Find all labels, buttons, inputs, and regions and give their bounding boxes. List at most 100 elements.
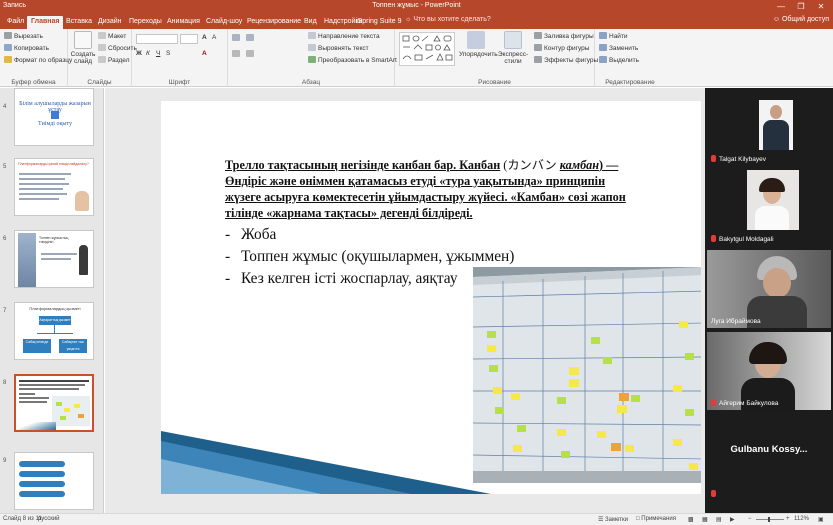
kanban-photo-mini xyxy=(52,396,90,426)
person-figure xyxy=(79,245,88,275)
slideshow-button[interactable]: ▶ xyxy=(730,516,735,523)
maximize-button[interactable]: ❐ xyxy=(795,1,807,12)
shape-fill-button[interactable]: Заливка фигуры xyxy=(534,32,594,40)
participant-tile[interactable]: Bakytgul Moldagali xyxy=(707,168,831,246)
quick-styles-icon xyxy=(504,31,522,49)
thumbnail-text-line xyxy=(19,178,65,180)
numbering-button[interactable] xyxy=(246,34,256,42)
smartart-icon xyxy=(308,56,316,63)
strikethrough-button[interactable]: S xyxy=(166,50,170,57)
select-button[interactable]: Выделить xyxy=(599,56,639,64)
kanban-board-photo[interactable] xyxy=(473,267,701,483)
find-button[interactable]: Найти xyxy=(599,32,628,40)
copy-button[interactable]: Копировать xyxy=(4,44,49,52)
person-figure xyxy=(75,191,89,211)
tab-insert[interactable]: Вставка xyxy=(62,16,96,29)
copy-icon xyxy=(4,44,12,51)
comments-button[interactable]: □ Примечания xyxy=(636,516,676,522)
italic-button[interactable]: К xyxy=(146,50,150,57)
bullet-item[interactable]: - Кез келген істі жоспарлау, аяқтау xyxy=(225,270,458,288)
slide-thumbnail-5[interactable]: Платформаларды қалай тиімді пайдалану? xyxy=(14,158,94,216)
tab-animation[interactable]: Анимация xyxy=(163,16,204,29)
share-button[interactable]: ☺ Общий доступ xyxy=(773,16,829,23)
quick-styles-button[interactable]: Экспресс-стили xyxy=(495,31,531,65)
cut-button[interactable]: Вырезать xyxy=(4,32,43,40)
slide-thumbnail-8[interactable] xyxy=(14,374,94,432)
thumbnail-number: 8 xyxy=(3,380,7,386)
zoom-out-button[interactable]: − xyxy=(748,516,752,522)
font-color-button[interactable]: A xyxy=(202,50,207,57)
slide-thumbnail-7[interactable]: Платформалардың қызметі Ақпараттық қызме… xyxy=(14,302,94,360)
participant-tile[interactable]: Луга Ибраймова xyxy=(707,250,831,328)
font-size-input[interactable] xyxy=(180,34,198,44)
participant-name: Bakytgul Moldagali xyxy=(711,235,774,243)
align-text-button[interactable]: Выровнять текст xyxy=(308,44,369,52)
reading-view-button[interactable]: ▤ xyxy=(716,516,722,523)
layout-button[interactable]: Макет xyxy=(98,32,126,40)
bullets-button[interactable] xyxy=(232,34,242,42)
mic-muted-icon xyxy=(711,399,716,406)
diagram-box: Сабақтан тыс уақытта xyxy=(59,339,87,353)
minimize-button[interactable]: — xyxy=(775,1,787,12)
fit-slide-button[interactable]: ▣ xyxy=(818,516,824,523)
language-indicator[interactable]: русский xyxy=(38,516,60,522)
zoom-level[interactable]: 112% xyxy=(794,516,809,522)
tab-view[interactable]: Вид xyxy=(300,16,321,29)
tab-home[interactable]: Главная xyxy=(27,16,64,29)
zoom-slider-thumb[interactable] xyxy=(768,517,770,522)
convert-smartart-button[interactable]: Преобразовать в SmartArt xyxy=(308,56,397,64)
new-slide-button[interactable]: Создать слайд xyxy=(70,31,96,65)
arrange-button[interactable]: Упорядочить xyxy=(459,31,498,58)
participant-tile[interactable]: Айгерим Байкулова xyxy=(707,332,831,410)
shapes-gallery[interactable] xyxy=(399,32,455,66)
tab-review[interactable]: Рецензирование xyxy=(243,16,305,29)
editing-group: Найти Заменить Выделить Редактирование xyxy=(595,29,665,87)
bullet-item[interactable]: - Жоба xyxy=(225,226,276,244)
slide-thumbnail-panel[interactable]: 4 Білім алушыларды жазарын ұстау Тиімді … xyxy=(0,88,104,513)
thumbnail-text-line xyxy=(19,384,85,386)
arrange-icon xyxy=(467,31,485,49)
brush-icon xyxy=(4,56,12,63)
tab-slideshow[interactable]: Слайд-шоу xyxy=(202,16,246,29)
slide-sorter-button[interactable]: ▦ xyxy=(702,516,708,523)
diagram-box xyxy=(19,461,65,467)
ribbon: Вырезать Копировать Формат по образцу Бу… xyxy=(0,29,833,87)
format-painter-button[interactable]: Формат по образцу xyxy=(4,56,72,64)
text-direction-button[interactable]: Направление текста xyxy=(308,32,380,40)
close-button[interactable]: ✕ xyxy=(815,1,827,12)
tab-transitions[interactable]: Переходы xyxy=(125,16,166,29)
bullets-icon xyxy=(232,34,240,41)
participant-tile[interactable]: Gulbanu Kossy... xyxy=(707,414,831,504)
grow-font-button[interactable]: A xyxy=(202,34,207,41)
align-center-button[interactable] xyxy=(246,50,256,58)
current-slide[interactable]: Трелло тақтасының негізінде канбан бар. … xyxy=(161,101,701,494)
new-slide-icon xyxy=(74,31,92,49)
window-title: Топпен жұмыс - PowerPoint xyxy=(372,2,461,9)
replace-button[interactable]: Заменить xyxy=(599,44,638,52)
tab-file[interactable]: Файл xyxy=(3,16,28,29)
slide-thumbnail-4[interactable]: Білім алушыларды жазарын ұстау Тиімді оқ… xyxy=(14,88,94,146)
font-name-input[interactable] xyxy=(136,34,178,44)
tell-me-search[interactable]: ☼ Что вы хотите сделать? xyxy=(405,16,491,23)
zoom-in-button[interactable]: + xyxy=(786,516,790,522)
normal-view-button[interactable]: ▩ xyxy=(688,516,694,523)
bullet-item[interactable]: - Топпен жұмыс (оқушылармен, ұжыммен) xyxy=(225,248,514,266)
shrink-font-button[interactable]: A xyxy=(212,34,216,41)
shape-effects-button[interactable]: Эффекты фигуры xyxy=(534,56,598,64)
diagram-connector xyxy=(37,333,73,334)
slide-editor-canvas[interactable]: Трелло тақтасының негізінде канбан бар. … xyxy=(105,88,705,513)
drawing-group: Упорядочить Экспресс-стили Заливка фигур… xyxy=(395,29,598,87)
slide-thumbnail-6[interactable]: Топпен жұмыстың тиімділігі xyxy=(14,230,94,288)
slide-body-paragraph[interactable]: Трелло тақтасының негізінде канбан бар. … xyxy=(225,157,635,221)
notes-button[interactable]: ☰ Заметки xyxy=(598,516,628,523)
bold-button[interactable]: Ж xyxy=(136,50,142,57)
align-left-button[interactable] xyxy=(232,50,242,58)
section-button[interactable]: Раздел xyxy=(98,56,129,64)
tab-ispring-suite[interactable]: iSpring Suite 9 xyxy=(352,16,406,29)
participant-tile[interactable]: Talgat Kilybayev xyxy=(707,88,831,166)
zoom-slider[interactable] xyxy=(756,519,784,520)
underline-button[interactable]: Ч xyxy=(156,50,160,57)
tab-design[interactable]: Дизайн xyxy=(94,16,126,29)
shape-outline-button[interactable]: Контур фигуры xyxy=(534,44,589,52)
slide-thumbnail-9[interactable] xyxy=(14,452,94,510)
